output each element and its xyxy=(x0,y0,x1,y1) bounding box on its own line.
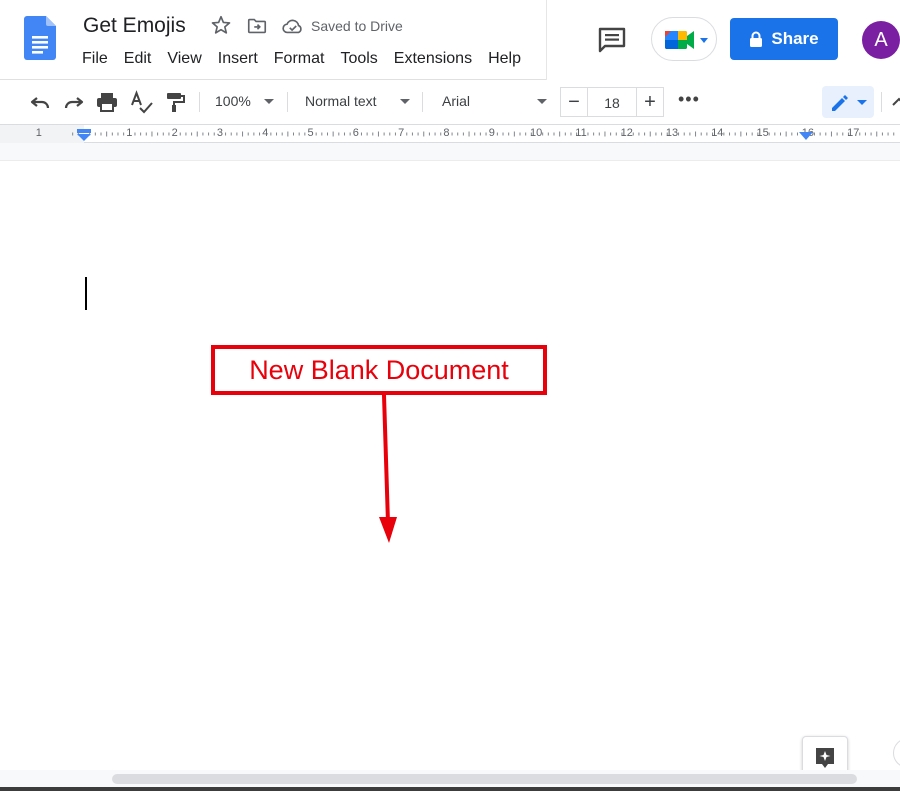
collapse-menus-icon[interactable] xyxy=(887,90,900,114)
share-label: Share xyxy=(771,29,819,48)
ruler-number: 12 xyxy=(620,127,633,139)
ruler-number: 13 xyxy=(665,127,679,139)
zoom-select[interactable]: 100% xyxy=(215,93,251,109)
comment-history-icon[interactable] xyxy=(597,26,627,54)
ruler[interactable]: 11234567891011121314151617 xyxy=(0,124,900,144)
ruler-number: 9 xyxy=(488,127,495,139)
menu-format[interactable]: Format xyxy=(274,50,341,68)
cloud-saved-icon xyxy=(282,19,302,34)
menu-bar: File Edit View Insert Format Tools Exten… xyxy=(82,50,537,68)
zoom-dropdown-icon[interactable] xyxy=(264,99,274,104)
ruler-margin-shade xyxy=(0,125,84,144)
meet-button[interactable] xyxy=(651,17,717,61)
explore-icon xyxy=(816,748,834,768)
ruler-number: 4 xyxy=(262,127,269,139)
spellcheck-icon[interactable] xyxy=(129,90,153,114)
style-dropdown-icon[interactable] xyxy=(400,99,410,104)
window-bottom-edge xyxy=(0,787,900,791)
pencil-icon xyxy=(832,95,867,111)
menu-view[interactable]: View xyxy=(167,50,217,68)
ruler-number: 6 xyxy=(352,127,359,139)
more-options-icon[interactable]: ••• xyxy=(678,89,700,110)
star-icon[interactable] xyxy=(210,14,232,36)
ruler-number: 11 xyxy=(575,127,587,139)
ruler-number: 5 xyxy=(307,127,314,139)
ruler-number: 10 xyxy=(530,127,543,139)
ruler-number: 7 xyxy=(398,127,405,139)
page-top-margin xyxy=(0,143,900,161)
ruler-number: 1 xyxy=(126,127,133,139)
font-dropdown-icon[interactable] xyxy=(537,99,547,104)
left-indent-marker-icon[interactable] xyxy=(76,128,92,142)
ruler-number: 2 xyxy=(171,127,178,139)
document-page[interactable]: New Blank Document xyxy=(0,161,900,770)
document-title[interactable]: Get Emojis xyxy=(83,14,186,38)
ruler-number: 15 xyxy=(756,127,769,139)
undo-icon[interactable] xyxy=(28,90,52,114)
right-indent-marker-icon[interactable] xyxy=(798,131,814,141)
annotation-arrow-icon xyxy=(379,394,397,543)
ruler-number: 8 xyxy=(443,127,450,139)
google-meet-icon xyxy=(665,31,708,49)
save-status[interactable]: Saved to Drive xyxy=(311,18,403,34)
scrollbar-thumb[interactable] xyxy=(112,774,857,784)
redo-icon[interactable] xyxy=(62,90,86,114)
formatting-toolbar: 100% Normal text Arial − 18 + ••• xyxy=(0,80,900,124)
google-docs-logo-icon[interactable] xyxy=(24,16,56,60)
decrease-font-size-button[interactable]: − xyxy=(560,87,588,117)
toolbar-divider xyxy=(199,92,200,112)
ruler-number: 3 xyxy=(216,127,224,139)
toolbar-divider xyxy=(881,92,882,112)
increase-font-size-button[interactable]: + xyxy=(636,87,664,117)
editing-mode-button[interactable] xyxy=(822,86,874,118)
menu-help[interactable]: Help xyxy=(488,50,537,68)
share-button[interactable]: Share xyxy=(730,18,838,60)
toolbar-divider xyxy=(287,92,288,112)
account-avatar[interactable]: A xyxy=(862,21,900,59)
print-icon[interactable] xyxy=(95,90,119,114)
font-size-input[interactable]: 18 xyxy=(588,87,636,117)
menu-file[interactable]: File xyxy=(82,50,124,68)
lock-icon xyxy=(750,31,763,47)
style-select[interactable]: Normal text xyxy=(305,93,377,109)
font-select[interactable]: Arial xyxy=(442,93,470,109)
paint-format-icon[interactable] xyxy=(163,90,187,114)
menu-insert[interactable]: Insert xyxy=(218,50,274,68)
menu-tools[interactable]: Tools xyxy=(340,50,393,68)
ruler-number: 14 xyxy=(711,127,724,139)
menu-edit[interactable]: Edit xyxy=(124,50,168,68)
menu-extensions[interactable]: Extensions xyxy=(394,50,488,68)
header: Get Emojis Saved to Drive File Edit View… xyxy=(0,0,900,80)
ruler-number: 17 xyxy=(847,127,860,139)
ruler-number: 1 xyxy=(35,127,42,139)
move-to-folder-icon[interactable] xyxy=(246,15,268,37)
toolbar-divider xyxy=(422,92,423,112)
